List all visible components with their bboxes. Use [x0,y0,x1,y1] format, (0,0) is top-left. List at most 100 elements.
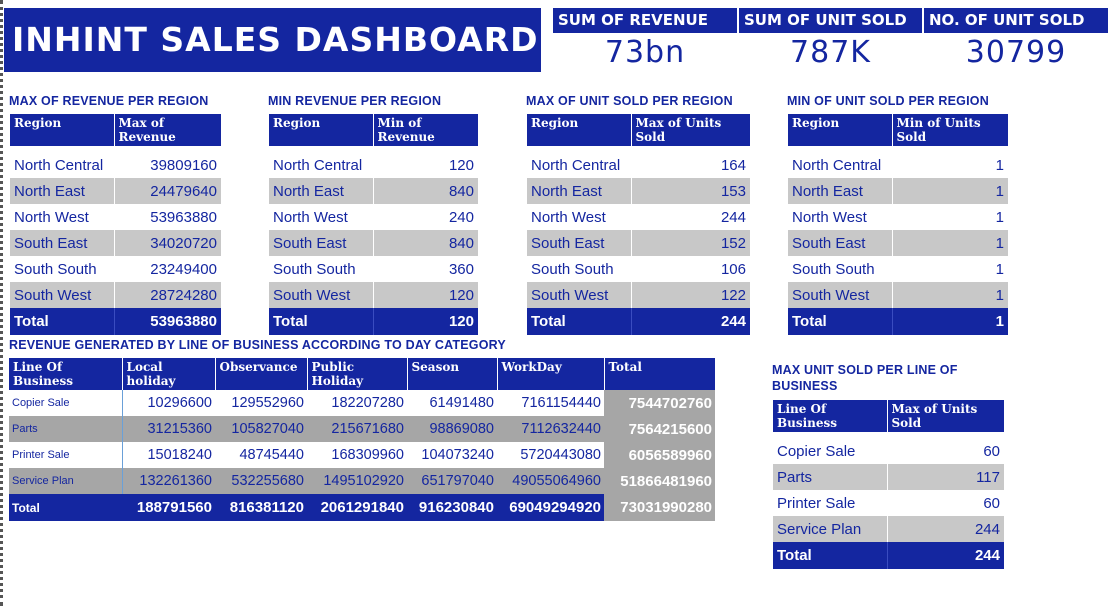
value-cell: 5720443080 [520,447,601,463]
row-total-cell: 51866481960 [604,468,715,494]
value-cell: 532255680 [215,468,307,494]
table-row: North West 53963880 [10,204,221,230]
value-cell: 164 [720,156,746,174]
table-header-row: Region Max of Units Sold [527,114,751,146]
kpi-revenue-value: 73bn [604,35,686,70]
table-row: South South 1 [788,256,1008,282]
value-cell: 60 [983,442,1000,460]
value-cell: 129552960 [231,395,304,411]
total-value-cell: 69049294920 [497,494,604,521]
row-label-cell: South East [10,230,115,256]
row-label-cell: Copier Sale [12,397,70,409]
value-cell: 182207280 [331,395,404,411]
row-label-cell: South West [527,282,632,308]
kpi-revenue-label: SUM OF REVENUE [553,8,737,33]
dashboard-title: INHINT SALES DASHBOARD [4,8,541,72]
column-header[interactable]: Min of Revenue [373,114,479,146]
value-cell: 24479640 [114,178,221,204]
value-cell: 61491480 [429,395,494,411]
table-row: South South 23249400 [10,256,221,282]
table-row: South West 122 [527,282,750,308]
kpi-units-label: SUM OF UNIT SOLD [739,8,922,33]
row-label-cell: South East [269,230,374,256]
value-cell: 15018240 [121,442,215,468]
value-cell: 34020720 [114,230,221,256]
row-label-cell: Printer Sale [12,449,70,461]
row-label-cell: North East [269,178,374,204]
table-row: North Central 39809160 [10,152,221,178]
value-cell: 122 [631,282,750,308]
row-total-cell: 7544702760 [604,390,715,416]
row-label-cell: South East [527,230,632,256]
total-label-cell: Total [788,308,893,335]
table-header-row: Line Of Business Local holiday Observance P… [9,358,716,390]
row-label-cell: South West [10,282,115,308]
value-cell: 1 [892,282,1008,308]
column-header[interactable]: Season [407,358,498,390]
column-header[interactable]: Observance [215,358,308,390]
total-label-cell: Total [527,308,632,335]
table-row: Parts 117 [773,464,1004,490]
value-cell: 244 [720,208,746,226]
max-revenue-region-table: Region Max of Revenue North Central 3980916… [10,114,222,335]
value-cell: 1 [995,208,1004,226]
value-cell: 28724280 [114,282,221,308]
column-header[interactable]: Region [788,114,893,146]
column-header[interactable]: Local holiday [122,358,216,390]
total-row: Total 120 [269,308,478,335]
value-cell: 651797040 [407,468,497,494]
table-row: North Central 120 [269,152,478,178]
table-row: Copier Sale 10296600 129552960 182207280 614… [9,390,715,416]
value-cell: 1495102920 [307,468,407,494]
column-header[interactable]: Min of Units Sold [892,114,1009,146]
table-row: South West 1 [788,282,1008,308]
value-cell: 120 [373,282,478,308]
column-header[interactable]: Max of Revenue [114,114,222,146]
row-label-cell: North West [527,204,632,230]
column-header[interactable]: Public Holiday [307,358,408,390]
column-header[interactable]: Region [269,114,374,146]
kpi-count-label: NO. OF UNIT SOLD [924,8,1108,33]
canvas-left-edge [0,0,3,606]
table-row: Service Plan 132261360 532255680 1495102920… [9,468,715,494]
day-category-table: Line Of Business Local holiday Observance P… [9,358,716,521]
total-value-cell: 816381120 [215,494,307,521]
column-header[interactable]: Region [10,114,115,146]
table-row: North East 24479640 [10,178,221,204]
column-header[interactable]: Line Of Business [773,400,888,432]
column-header[interactable]: Max of Units Sold [631,114,751,146]
column-header[interactable]: WorkDay [497,358,605,390]
column-header[interactable]: Max of Units Sold [887,400,1005,432]
table-header-row: Region Min of Revenue [269,114,479,146]
kpi-count-value: 30799 [965,35,1067,70]
value-cell: 7161154440 [521,395,601,411]
total-value-cell: 1 [892,308,1008,335]
table-header-row: Line Of Business Max of Units Sold [773,400,1005,432]
table-row: Service Plan 244 [773,516,1004,542]
column-header[interactable]: Line Of Business [9,358,123,390]
total-value-cell: 916230840 [407,494,497,521]
column-header[interactable]: Region [527,114,632,146]
value-cell: 10296600 [121,390,215,416]
total-value-cell: 244 [631,308,750,335]
row-label-cell: North East [788,178,893,204]
row-label-cell: Printer Sale [773,490,888,516]
value-cell: 49055064960 [497,468,604,494]
row-label-cell: South South [788,256,893,282]
min-revenue-region-title: MIN REVENUE PER REGION [268,94,442,108]
table-row: South East 34020720 [10,230,221,256]
value-cell: 7112632440 [497,416,604,442]
value-cell: 106 [720,260,746,278]
value-cell: 39809160 [150,156,217,174]
value-cell: 360 [448,260,474,278]
table-row: North West 1 [788,204,1008,230]
row-label-cell: Service Plan [9,468,122,494]
value-cell: 152 [631,230,750,256]
value-cell: 120 [448,156,474,174]
row-label-cell: North Central [10,152,115,178]
row-label-cell: Parts [9,416,122,442]
column-header[interactable]: Total [604,358,716,390]
value-cell: 117 [887,464,1004,490]
row-label-cell: South West [269,282,374,308]
total-label-cell: Total [773,542,888,569]
